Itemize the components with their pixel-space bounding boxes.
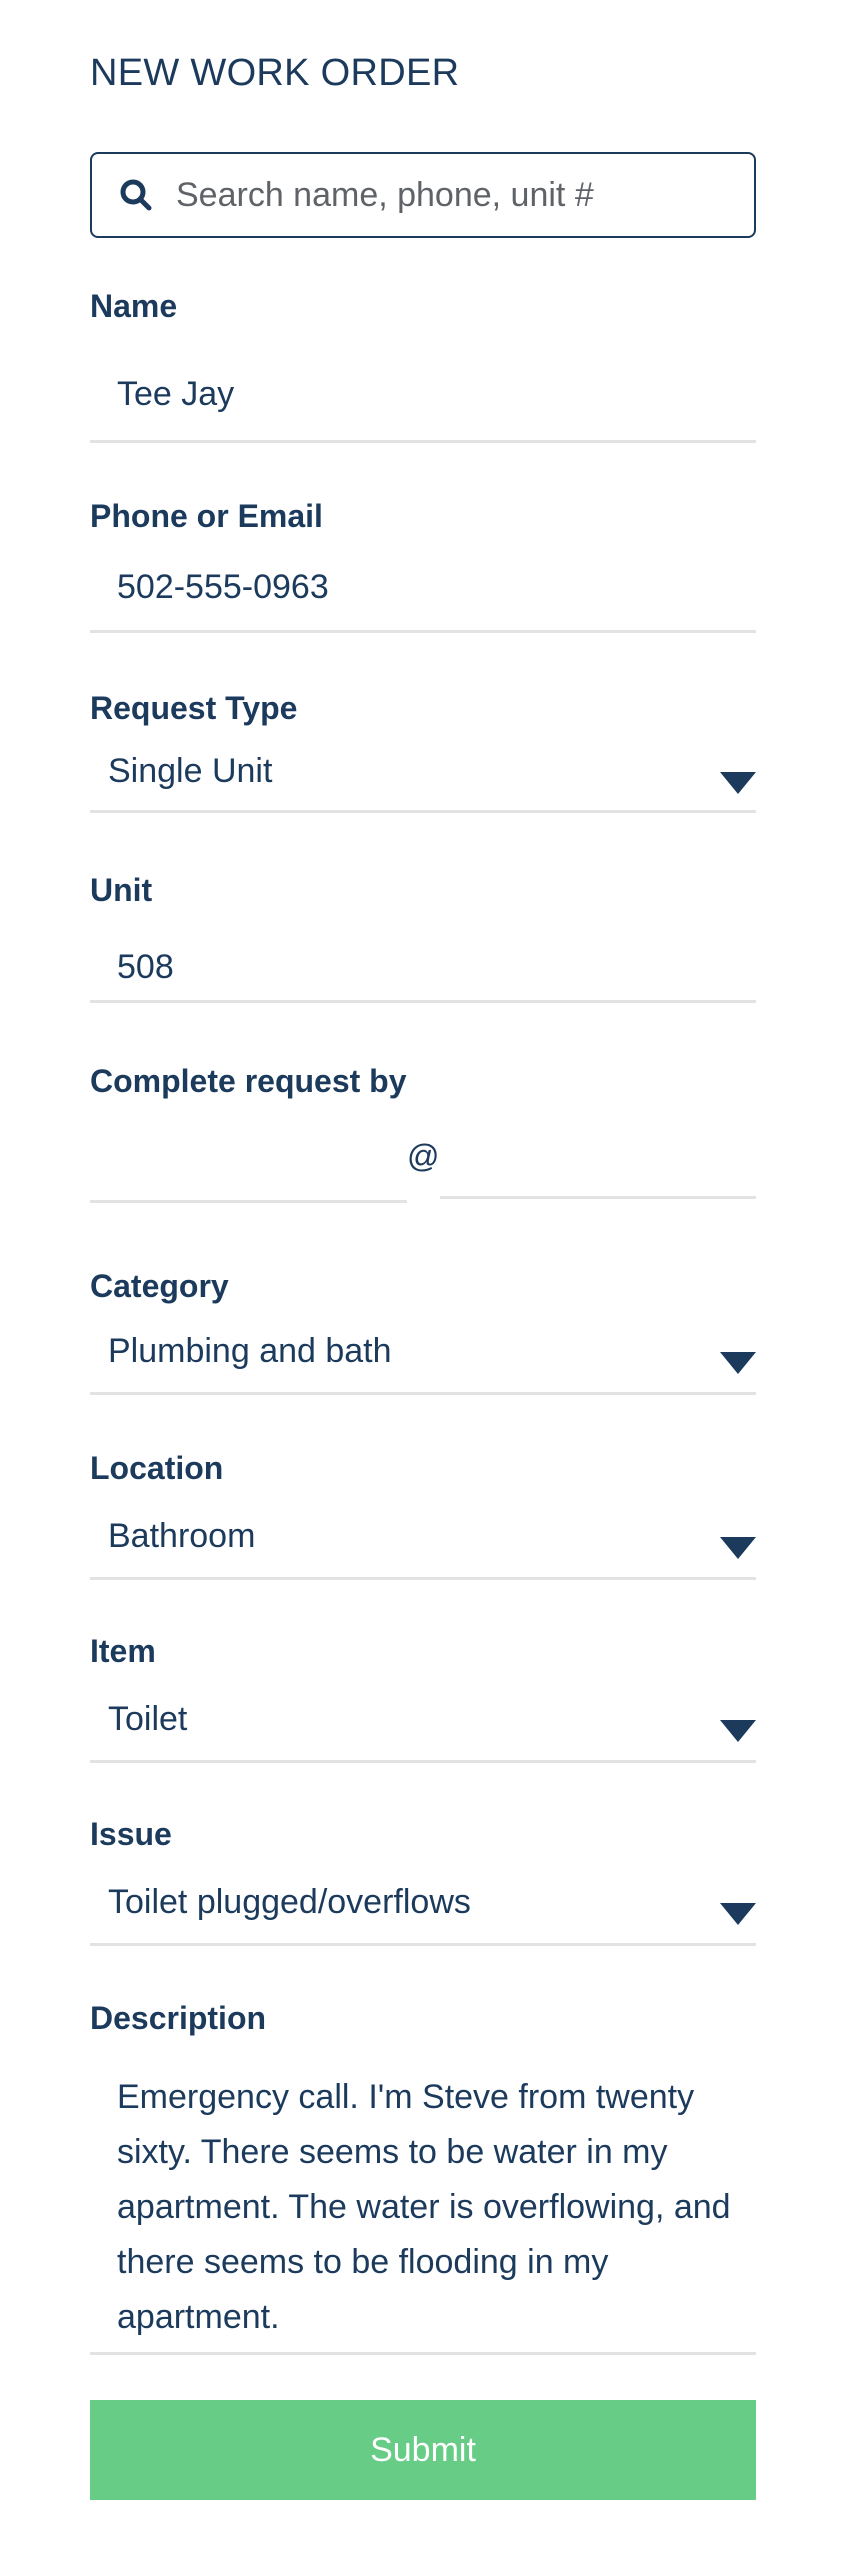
issue-select[interactable]: Toilet plugged/overflows (90, 1871, 756, 1946)
chevron-down-icon (720, 772, 756, 794)
category-select[interactable]: Plumbing and bath (90, 1320, 756, 1395)
unit-field[interactable]: 508 (90, 930, 756, 1003)
description-textarea[interactable]: Emergency call. I'm Steve from twenty si… (90, 2060, 756, 2355)
request-type-value: Single Unit (108, 752, 273, 790)
search-icon (120, 179, 152, 211)
item-value: Toilet (108, 1700, 188, 1738)
submit-button[interactable]: Submit (90, 2400, 756, 2500)
location-label: Location (90, 1450, 224, 1486)
category-value: Plumbing and bath (108, 1332, 392, 1370)
chevron-down-icon (720, 1537, 756, 1559)
search-box[interactable] (90, 152, 756, 238)
name-label: Name (90, 288, 178, 324)
unit-label: Unit (90, 872, 153, 908)
complete-by-date-field[interactable] (90, 1130, 407, 1203)
contact-field[interactable]: 502-555-0963 (90, 560, 756, 633)
description-value: Emergency call. I'm Steve from twenty si… (117, 2078, 731, 2336)
complete-by-label: Complete request by (90, 1063, 407, 1099)
request-type-select[interactable]: Single Unit (90, 740, 756, 813)
contact-value: 502-555-0963 (117, 568, 329, 606)
complete-by-time-field[interactable] (440, 1130, 756, 1199)
at-separator: @ (407, 1138, 440, 1174)
issue-value: Toilet plugged/overflows (108, 1883, 471, 1921)
chevron-down-icon (720, 1720, 756, 1742)
chevron-down-icon (720, 1352, 756, 1374)
location-select[interactable]: Bathroom (90, 1505, 756, 1580)
unit-value: 508 (117, 948, 174, 986)
category-label: Category (90, 1268, 229, 1304)
search-input[interactable] (174, 174, 738, 216)
name-value: Tee Jay (117, 375, 235, 413)
contact-label: Phone or Email (90, 498, 323, 534)
description-label: Description (90, 2000, 267, 2036)
name-field[interactable]: Tee Jay (90, 360, 756, 443)
item-label: Item (90, 1633, 156, 1669)
chevron-down-icon (720, 1903, 756, 1925)
request-type-label: Request Type (90, 690, 298, 726)
item-select[interactable]: Toilet (90, 1688, 756, 1763)
page-title: NEW WORK ORDER (90, 52, 460, 94)
location-value: Bathroom (108, 1517, 256, 1555)
issue-label: Issue (90, 1816, 172, 1852)
